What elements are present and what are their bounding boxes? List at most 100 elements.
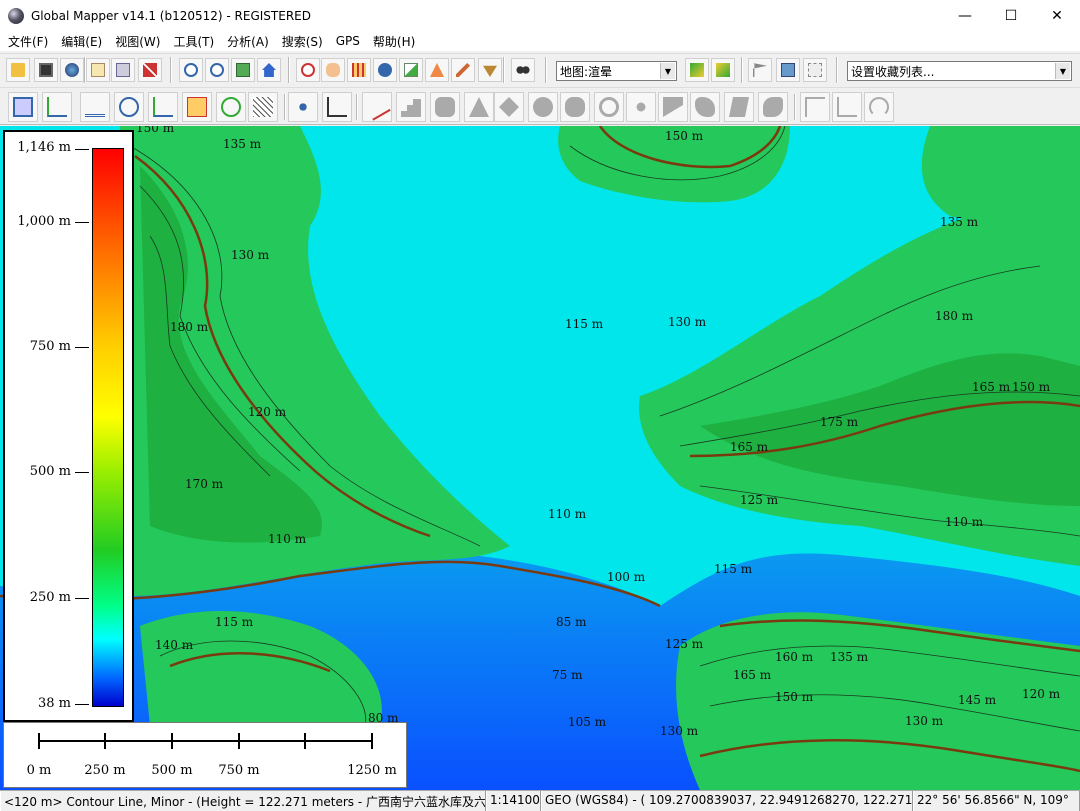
shape-14-button[interactable] [864,92,894,122]
create-area-button[interactable] [8,92,38,122]
line-icon [47,97,67,117]
zoom-full-button[interactable] [231,58,255,82]
menu-view[interactable]: 视图(W) [107,33,165,50]
print-button[interactable] [86,58,110,82]
contour-label: 160 m [775,650,814,664]
vertex-button[interactable] [288,92,318,122]
shape-8-button[interactable] [658,92,688,122]
minimize-button[interactable]: — [942,0,988,31]
shape-icon [663,97,683,117]
coda-button[interactable] [182,92,212,122]
zoom-tool-button[interactable] [296,58,320,82]
shape-4-button[interactable] [528,92,558,122]
path-profile-button[interactable] [399,58,423,82]
shape-7-button[interactable] [626,92,656,122]
feature-info-button[interactable] [373,58,397,82]
zoom-in-button[interactable] [179,58,203,82]
contour-label: 180 m [935,309,974,323]
map-view[interactable]: 135 m 130 m 180 m 120 m 170 m 110 m 115 … [0,126,1080,790]
binoculars-icon [516,63,530,77]
contour-label: 135 m [223,137,262,151]
create-range-button[interactable] [148,92,178,122]
config-button[interactable] [138,58,162,82]
home-button[interactable] [257,58,281,82]
close-button[interactable]: ✕ [1034,0,1080,31]
contour-label: 110 m [548,507,587,521]
contour-label: 115 m [215,615,254,629]
shape-1-button[interactable] [430,92,460,122]
pan-tool-button[interactable] [321,58,345,82]
save-button[interactable] [34,58,58,82]
scale-label-0: 0 m [26,763,52,778]
menu-edit[interactable]: 编辑(E) [53,33,107,50]
maximize-button[interactable]: ☐ [988,0,1034,31]
shape-12-button[interactable] [800,92,830,122]
edit-path-button[interactable] [362,92,392,122]
pencil-icon [456,63,470,77]
menu-analysis[interactable]: 分析(A) [219,33,274,50]
zoom-out-button[interactable] [205,58,229,82]
gps-button[interactable] [803,58,827,82]
contour-label: 130 m [231,248,270,262]
contour-label: 115 m [714,562,753,576]
contour-label: 140 m [155,638,194,652]
menu-gps[interactable]: GPS [328,34,365,48]
shape-5-button[interactable] [560,92,590,122]
stairs-button[interactable] [396,92,426,122]
open-folder-button[interactable] [6,58,30,82]
create-wave-button[interactable] [114,92,144,122]
legend-tick [75,347,89,348]
shape-9-button[interactable] [690,92,720,122]
shape-11-button[interactable] [758,92,788,122]
find-button[interactable] [511,58,535,82]
view-shed-button[interactable] [425,58,449,82]
measure-tool-button[interactable] [347,58,371,82]
contour-label: 165 m [733,668,772,682]
shape-6-button[interactable] [594,92,624,122]
contour-label: 150 m [136,126,175,135]
hill-topright [921,126,1080,221]
render-mode-select[interactable]: 地图:渲晕 ▼ [556,61,677,81]
shape-10-button[interactable] [724,92,754,122]
shader-config-button[interactable] [685,58,709,82]
menu-file[interactable]: 文件(F) [0,33,53,50]
create-line-button[interactable] [42,92,72,122]
split-button[interactable] [322,92,352,122]
terrain-map[interactable]: 135 m 130 m 180 m 120 m 170 m 110 m 115 … [0,126,1080,790]
contour-label: 120 m [248,405,287,419]
online-data-button[interactable] [60,58,84,82]
contour-label: 75 m [552,668,583,682]
legend-label-1000: 1,000 m [17,214,71,229]
folder-icon [11,63,25,77]
shape-3-button[interactable] [494,92,524,122]
shape-icon [499,97,519,117]
menu-help[interactable]: 帮助(H) [365,33,420,50]
elevation-color-ramp [92,148,124,707]
app-globe-icon [8,7,24,24]
export-button[interactable] [111,58,135,82]
toolbar-separator [794,94,796,120]
menu-search[interactable]: 搜索(S) [274,33,328,50]
grid-button[interactable] [248,92,278,122]
volume-button[interactable] [478,58,502,82]
zoom-in-icon [184,63,198,77]
menu-tools[interactable]: 工具(T) [165,33,219,50]
contour-label: 150 m [775,690,814,704]
digitizer-button[interactable] [451,58,475,82]
vertex-icon [293,97,313,117]
flag-button[interactable] [748,58,772,82]
contour-label: 180 m [170,320,209,334]
chevron-down-icon: ▼ [660,63,675,79]
3d-view-button[interactable] [711,58,735,82]
digitizer-toolbar [0,87,1080,125]
contour-label: 125 m [665,637,704,651]
status-bar: <120 m> Contour Line, Minor - (Height = … [0,790,1080,811]
shape-2-button[interactable] [464,92,494,122]
zoom-out-icon [210,63,224,77]
create-contour-button[interactable] [80,92,110,122]
layout-button[interactable] [776,58,800,82]
combine-button[interactable] [216,92,246,122]
favorites-select[interactable]: 设置收藏列表... ▼ [847,61,1072,81]
globe-icon [65,63,79,77]
shape-13-button[interactable] [832,92,862,122]
